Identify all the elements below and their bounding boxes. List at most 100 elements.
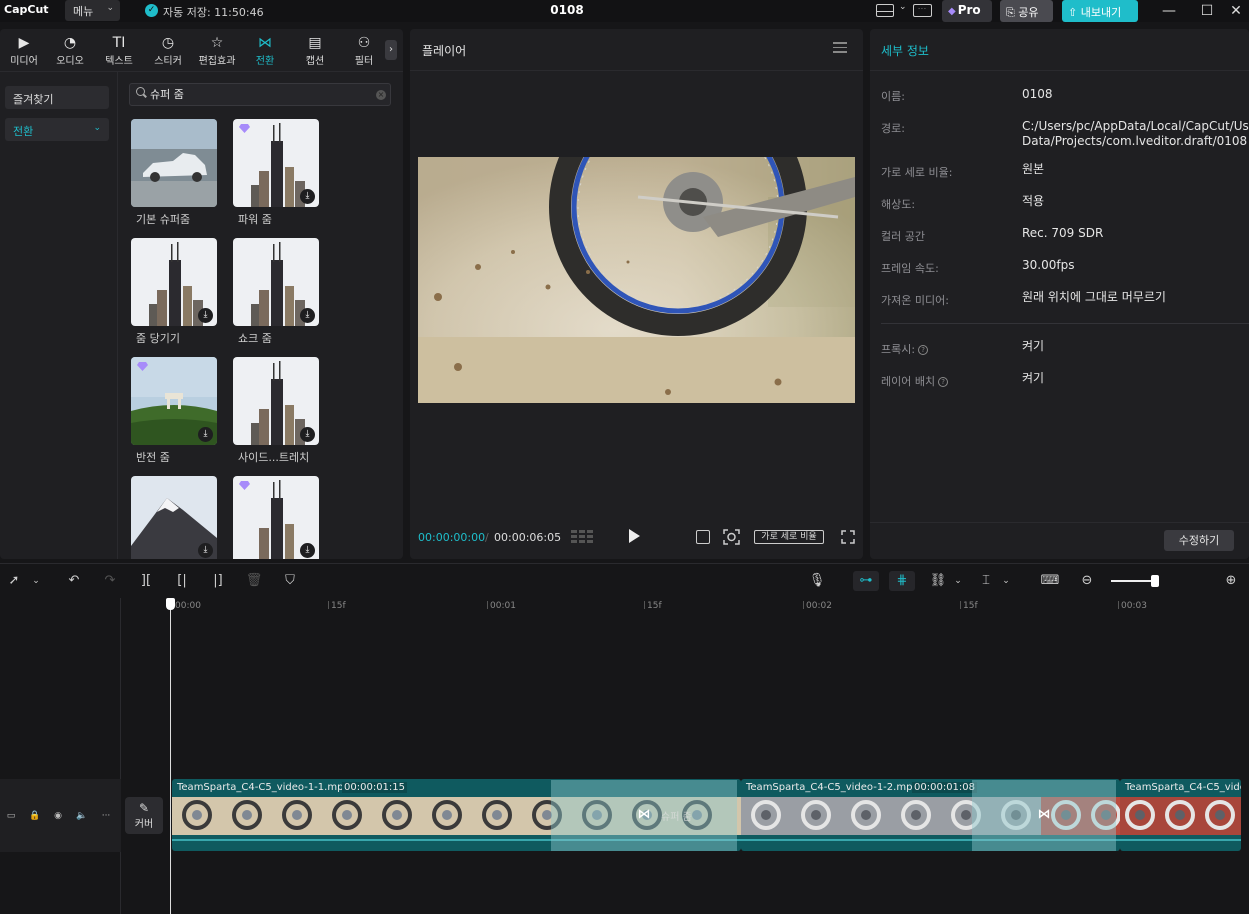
category-label: 전환 bbox=[13, 125, 34, 138]
tab-transition[interactable]: ⋈ 전환 bbox=[241, 34, 289, 67]
detail-key: 경로: bbox=[881, 122, 905, 135]
select-cursor-icon[interactable]: ➚ bbox=[4, 573, 24, 589]
effect-thumb[interactable]: ⤓ bbox=[233, 238, 319, 326]
category-transition[interactable]: 전환 ⌄ bbox=[5, 118, 109, 141]
share-label: 공유 bbox=[1018, 6, 1039, 19]
caption-track-icon[interactable]: ⌨ bbox=[1040, 573, 1060, 589]
shield-icon[interactable]: ⛉ bbox=[280, 573, 300, 589]
layout-icon[interactable] bbox=[876, 4, 894, 17]
menu-button[interactable]: 메뉴 ⌄ bbox=[65, 0, 120, 21]
tab-filter[interactable]: ⚇ 필터 bbox=[340, 34, 388, 67]
transition-icon[interactable]: ⋈ bbox=[636, 807, 652, 823]
transition-icon[interactable]: ⋈ bbox=[1036, 807, 1052, 823]
autosave-status: 자동 저장: 11:50:46 bbox=[163, 6, 264, 19]
split-icon[interactable]: ][ bbox=[136, 573, 156, 589]
download-icon[interactable]: ⤓ bbox=[198, 543, 213, 558]
fullscreen-icon[interactable] bbox=[841, 530, 855, 544]
close-icon[interactable]: ✕ bbox=[1226, 1, 1246, 21]
tab-caption[interactable]: ▤ 캡션 bbox=[291, 34, 339, 67]
video-track-icon[interactable]: ▭ bbox=[5, 810, 17, 822]
download-icon[interactable]: ⤓ bbox=[198, 427, 213, 442]
trim-left-icon[interactable]: [| bbox=[172, 573, 192, 589]
snap-icon[interactable]: ⋕ bbox=[892, 573, 912, 589]
proxy-value[interactable]: 켜기 bbox=[1022, 339, 1246, 354]
volume-icon[interactable]: 🔈 bbox=[76, 810, 88, 822]
effect-thumb[interactable] bbox=[131, 119, 217, 207]
effect-label: 쇼크 줌 bbox=[238, 332, 272, 345]
modify-button[interactable]: 수정하기 bbox=[1164, 530, 1234, 551]
effect-thumb[interactable]: ⤓ bbox=[131, 476, 217, 559]
keyboard-icon[interactable]: ··· bbox=[913, 4, 932, 17]
download-icon[interactable]: ⤓ bbox=[300, 543, 315, 558]
timeline-grid-icon[interactable] bbox=[571, 530, 593, 544]
search-input[interactable] bbox=[150, 86, 360, 102]
pencil-icon: ✎ bbox=[138, 801, 150, 815]
link-icon[interactable]: ⛓ bbox=[928, 573, 948, 589]
ruler-label: 00:00 bbox=[175, 601, 201, 611]
minimize-icon[interactable]: — bbox=[1159, 1, 1179, 21]
download-icon[interactable]: ⤓ bbox=[198, 308, 213, 323]
lock-icon[interactable]: 🔒 bbox=[29, 810, 41, 822]
fit-view-icon[interactable] bbox=[696, 530, 710, 544]
trim-right-icon[interactable]: |] bbox=[208, 573, 228, 589]
eye-icon[interactable]: ◉ bbox=[52, 810, 64, 822]
clear-icon[interactable]: × bbox=[376, 90, 386, 100]
tab-media[interactable]: ▶ 미디어 bbox=[0, 34, 48, 67]
chevron-down-icon[interactable]: ⌄ bbox=[948, 573, 968, 589]
time-ruler[interactable] bbox=[121, 598, 1249, 624]
divider bbox=[410, 70, 863, 71]
download-icon[interactable]: ⤓ bbox=[300, 427, 315, 442]
chevron-right-icon[interactable]: › bbox=[385, 40, 397, 60]
effect-thumb[interactable]: ⤓ bbox=[131, 357, 217, 445]
video-preview[interactable] bbox=[418, 157, 855, 403]
playhead[interactable] bbox=[170, 598, 171, 914]
play-icon[interactable] bbox=[629, 529, 640, 543]
effect-thumb[interactable]: ⤓ bbox=[131, 238, 217, 326]
chevron-down-icon[interactable]: ⌄ bbox=[996, 573, 1016, 589]
zoom-slider-handle[interactable] bbox=[1151, 575, 1159, 587]
hamburger-menu-icon[interactable] bbox=[833, 42, 847, 54]
tab-sticker[interactable]: ◷ 스티커 bbox=[144, 34, 192, 67]
download-icon[interactable]: ⤓ bbox=[300, 308, 315, 323]
microphone-icon[interactable]: 🎙 bbox=[807, 573, 827, 589]
tab-text[interactable]: TI 텍스트 bbox=[95, 34, 143, 67]
help-icon[interactable]: ? bbox=[938, 377, 949, 387]
tab-audio[interactable]: ◔ 오디오 bbox=[46, 34, 94, 67]
share-button[interactable]: ⎘ 공유 bbox=[1000, 0, 1053, 22]
zoom-out-icon[interactable]: ⊖ bbox=[1077, 573, 1097, 589]
help-icon[interactable]: ? bbox=[918, 345, 929, 355]
effect-thumb[interactable]: ⤓ bbox=[233, 476, 319, 559]
preview-axis-icon[interactable]: ⌶ bbox=[976, 573, 996, 589]
export-button[interactable]: ⇧ 내보내기 bbox=[1062, 0, 1138, 22]
effect-thumb[interactable]: ⤓ bbox=[233, 119, 319, 207]
effect-label: 반전 줌 bbox=[136, 451, 170, 464]
pro-button[interactable]: ◆ Pro bbox=[942, 0, 992, 22]
aspect-ratio-button[interactable]: 가로 세로 비율 bbox=[754, 530, 824, 544]
detail-key: 컬러 공간 bbox=[881, 230, 925, 243]
tab-label: 전환 bbox=[255, 56, 275, 67]
tab-label: 필터 bbox=[354, 56, 374, 67]
zoom-in-icon[interactable]: ⊕ bbox=[1221, 573, 1241, 589]
main-track-magnet-icon[interactable]: ⊶ bbox=[856, 573, 876, 589]
chevron-down-icon[interactable]: ⌄ bbox=[899, 2, 907, 12]
video-clip[interactable]: TeamSparta_C4-C5_video bbox=[1120, 779, 1241, 851]
ruler-tick bbox=[960, 601, 961, 609]
tab-effects[interactable]: ☆ 편집효과 bbox=[193, 34, 241, 67]
favorites-button[interactable]: 즐겨찾기 bbox=[5, 86, 109, 109]
download-icon[interactable]: ⤓ bbox=[300, 189, 315, 204]
chevron-down-icon: ⌄ bbox=[106, 3, 114, 13]
snapshot-icon[interactable] bbox=[723, 529, 740, 545]
playhead-handle[interactable] bbox=[166, 598, 175, 610]
effect-thumb[interactable]: ⤓ bbox=[233, 357, 319, 445]
detail-value: 30.00fps bbox=[1022, 258, 1075, 272]
detail-value: 0108 bbox=[1022, 87, 1053, 101]
maximize-icon[interactable]: ☐ bbox=[1197, 1, 1217, 21]
layer-value[interactable]: 켜기 bbox=[1022, 371, 1246, 386]
redo-icon[interactable]: ↷ bbox=[100, 573, 120, 589]
cover-button[interactable]: ✎ 커버 bbox=[125, 797, 163, 834]
undo-icon[interactable]: ↶ bbox=[64, 573, 84, 589]
search-icon bbox=[136, 87, 145, 96]
more-icon[interactable]: ··· bbox=[100, 810, 112, 822]
delete-icon[interactable]: 🗑 bbox=[244, 573, 264, 589]
chevron-down-icon[interactable]: ⌄ bbox=[26, 573, 46, 589]
